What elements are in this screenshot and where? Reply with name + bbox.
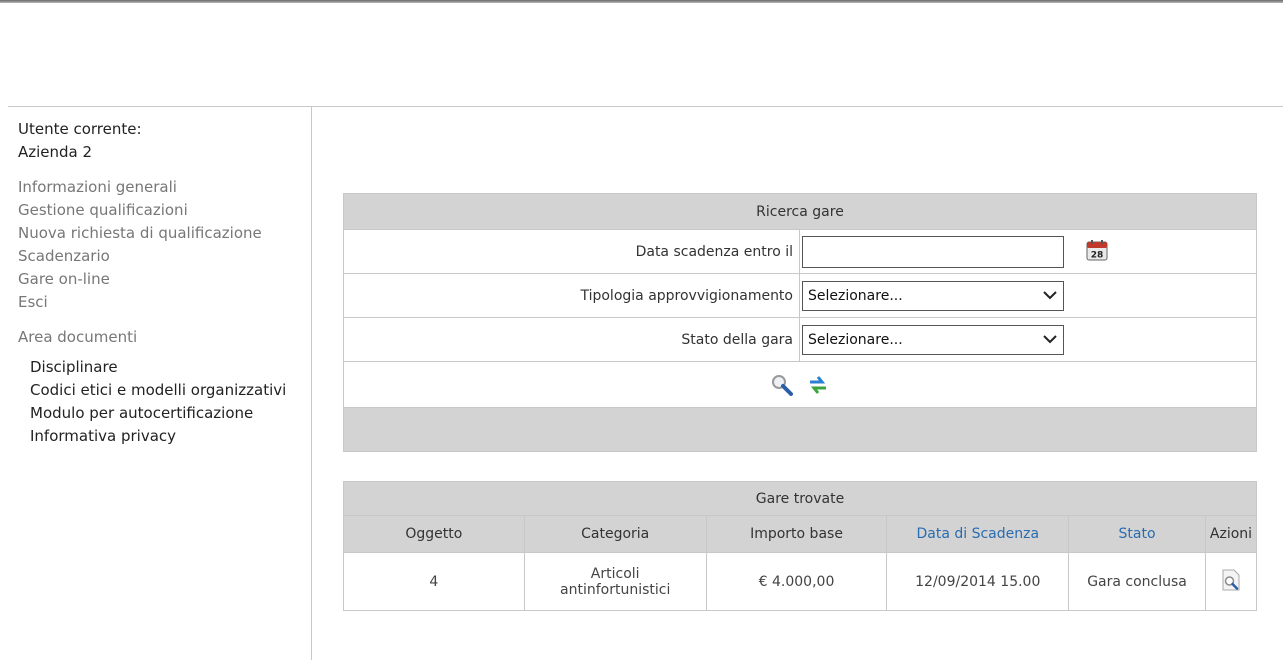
doc-codici-etici[interactable]: Codici etici e modelli organizzativi [30, 379, 308, 402]
results-table: Gare trovate Oggetto Categoria Importo b… [343, 481, 1258, 611]
cell-oggetto: 4 [343, 552, 525, 611]
nav-esci[interactable]: Esci [18, 291, 308, 314]
status-select[interactable]: Selezionare... [802, 324, 1064, 355]
docs-heading: Area documenti [18, 328, 138, 346]
nav-nuova-richiesta[interactable]: Nuova richiesta di qualificazione [18, 222, 308, 245]
view-detail-icon[interactable] [1220, 568, 1242, 592]
type-select[interactable]: Selezionare... [802, 280, 1064, 311]
chevron-down-icon [1043, 334, 1057, 343]
cell-stato: Gara conclusa [1068, 552, 1206, 611]
status-select-value: Selezionare... [808, 331, 903, 348]
top-border [0, 0, 1283, 3]
results-title: Gare trovate [343, 481, 1257, 516]
deadline-input[interactable] [802, 235, 1064, 268]
header-divider [8, 106, 1283, 107]
table-row: 4 Articoli antinfortunistici € 4.000,00 … [343, 552, 1258, 611]
doc-informativa-privacy[interactable]: Informativa privacy [30, 425, 308, 448]
nav-gare-online[interactable]: Gare on-line [18, 268, 308, 291]
search-footer [343, 407, 1257, 452]
doc-disciplinare[interactable]: Disciplinare [30, 356, 308, 379]
deadline-label: Data scadenza entro il [343, 229, 800, 274]
nav-informazioni-generali[interactable]: Informazioni generali [18, 176, 308, 199]
col-importo: Importo base [705, 515, 888, 553]
docs-list: Disciplinare Codici etici e modelli orga… [18, 356, 308, 448]
type-label: Tipologia approvvigionamento [343, 273, 800, 318]
col-categoria: Categoria [523, 515, 707, 553]
sidebar-divider [311, 107, 312, 660]
col-oggetto: Oggetto [343, 515, 525, 553]
search-title: Ricerca gare [343, 193, 1257, 230]
current-user-label: Utente corrente: [18, 120, 142, 138]
col-stato-sort[interactable]: Stato [1068, 515, 1206, 553]
refresh-icon[interactable] [806, 373, 830, 397]
col-azioni: Azioni [1204, 515, 1258, 553]
nav-scadenzario[interactable]: Scadenzario [18, 245, 308, 268]
current-user-name: Azienda 2 [18, 143, 93, 161]
status-label: Stato della gara [343, 317, 800, 362]
calendar-icon[interactable]: 28 [1086, 239, 1108, 265]
cell-importo: € 4.000,00 [705, 552, 888, 611]
cell-categoria: Articoli antinfortunistici [523, 552, 707, 611]
search-actions [343, 361, 1257, 408]
search-panel: Ricerca gare Data scadenza entro il 28 T… [343, 193, 1257, 452]
sidebar-nav: Informazioni generali Gestione qualifica… [18, 176, 308, 314]
type-select-value: Selezionare... [808, 287, 903, 304]
search-icon[interactable] [770, 373, 794, 397]
cell-azioni [1204, 552, 1258, 611]
nav-gestione-qualificazioni[interactable]: Gestione qualificazioni [18, 199, 308, 222]
doc-modulo-autocertificazione[interactable]: Modulo per autocertificazione [30, 402, 308, 425]
chevron-down-icon [1043, 290, 1057, 299]
col-scadenza-sort[interactable]: Data di Scadenza [886, 515, 1070, 553]
sidebar: Utente corrente: Azienda 2 Informazioni … [18, 118, 308, 448]
calendar-day: 28 [1091, 250, 1104, 260]
cell-scadenza: 12/09/2014 15.00 [886, 552, 1070, 611]
